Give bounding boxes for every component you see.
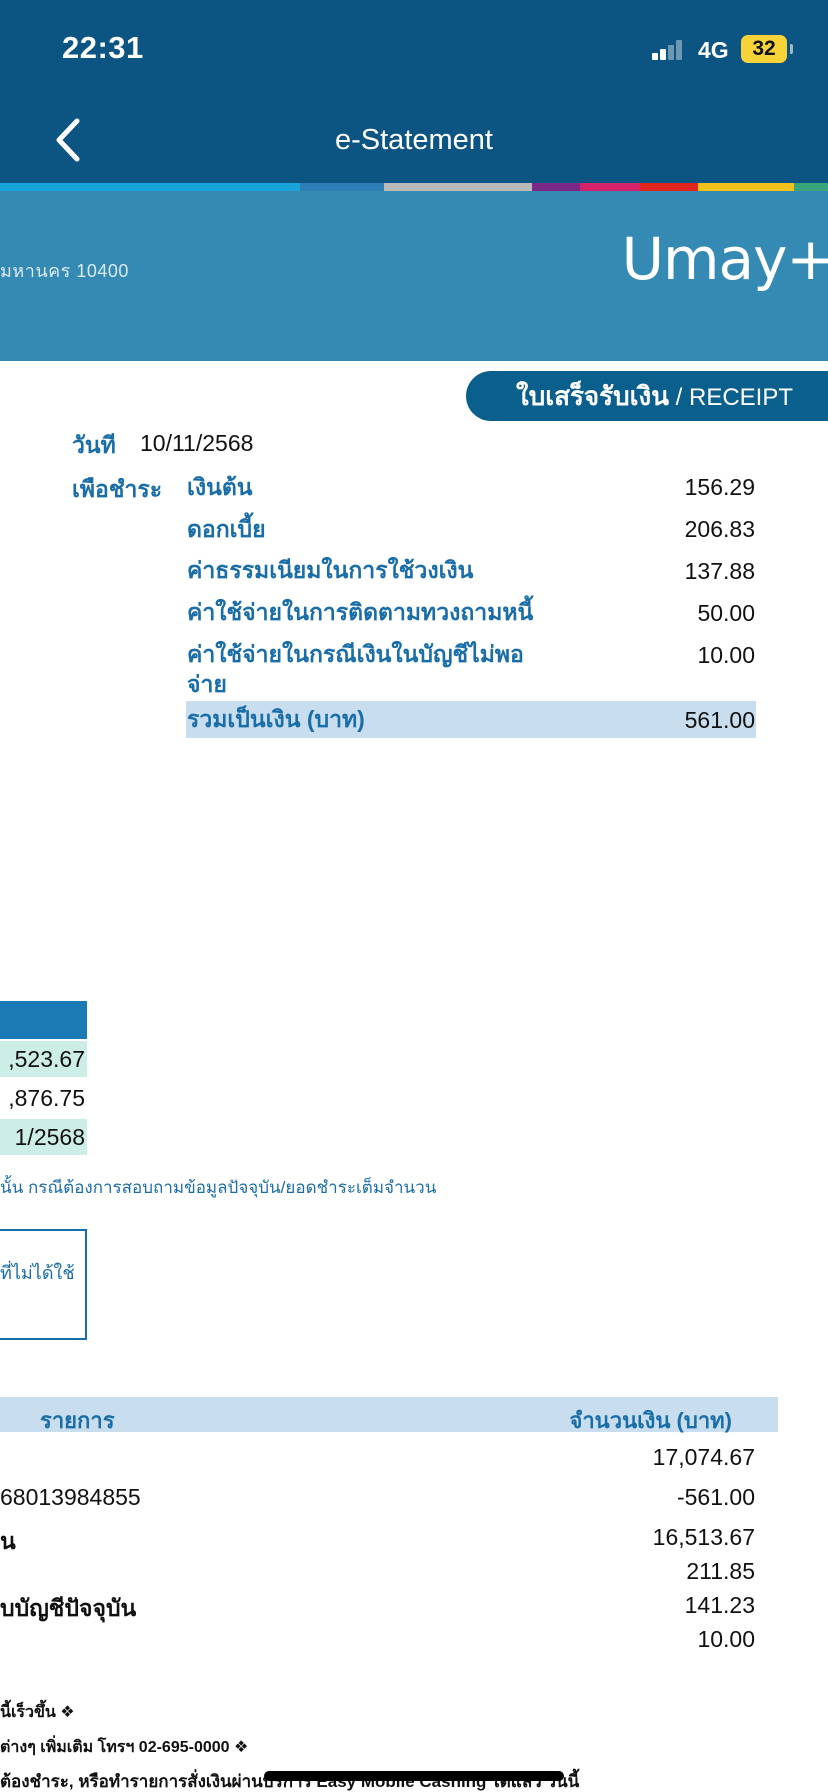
stripe-segment — [0, 183, 300, 191]
top-bar — [0, 0, 828, 186]
column-header-amount: จำนวนเงิน (บาท) — [569, 1408, 732, 1433]
summary-header — [0, 1001, 87, 1039]
receipt-item-amount: 206.83 — [684, 516, 755, 542]
date-value: 10/11/2568 — [140, 430, 254, 456]
color-stripe — [0, 183, 828, 191]
status-time: 22:31 — [62, 30, 144, 65]
table-row-label: น — [0, 1528, 16, 1554]
home-indicator[interactable] — [264, 1771, 564, 1781]
receipt-item-amount: 156.29 — [684, 474, 755, 500]
stripe-segment — [580, 183, 640, 191]
network-type: 4G — [698, 37, 729, 63]
brand-logo: Umay+ — [621, 225, 828, 293]
receipt-item-amount: 50.00 — [697, 600, 755, 626]
footnote: ต่างๆ เพิ่มเติม โทรฯ 02-695-0000 ❖ — [0, 1739, 249, 1756]
summary-cell: ,876.75 — [8, 1085, 85, 1111]
summary-cell: ,523.67 — [0, 1041, 87, 1077]
receipt-title-en: / RECEIPT — [668, 384, 794, 411]
battery-tip — [790, 44, 793, 54]
summary-cell: 1/2568 — [0, 1119, 87, 1155]
signal-icon — [652, 40, 682, 60]
receipt-item-label: เงินต้น — [187, 474, 253, 500]
summary-note: นั้น กรณีต้องการสอบถามข้อมูลปัจจุบัน/ยอด… — [0, 1178, 437, 1197]
table-row-label: บบัญชีปัจจุบัน — [0, 1595, 137, 1621]
address-text: มหานคร 10400 — [0, 261, 129, 281]
stripe-segment — [698, 183, 794, 191]
pay-for-label: เพือชำระ — [72, 476, 163, 502]
stripe-segment — [640, 183, 698, 191]
table-row-label: 68013984855 — [0, 1484, 141, 1510]
receipt-title: ใบเสร็จรับเงิน / RECEIPT — [466, 371, 828, 421]
receipt-item-amount: 137.88 — [684, 558, 755, 584]
table-row-amount: -561.00 — [676, 1484, 755, 1510]
column-header-item: รายการ — [40, 1408, 115, 1433]
battery-icon: 32 — [741, 35, 787, 63]
stripe-segment — [384, 183, 532, 191]
receipt-item-label: ดอกเบี้ย — [187, 516, 266, 542]
table-row-amount: 16,513.67 — [652, 1524, 755, 1550]
table-row-amount: 17,074.67 — [652, 1444, 755, 1470]
receipt-total-amount: 561.00 — [684, 707, 755, 733]
receipt-title-th: ใบเสร็จรับเงิน — [516, 381, 669, 411]
page-title: e-Statement — [335, 124, 493, 156]
receipt-item-label: ค่าธรรมเนียมในการใช้วงเงิน — [187, 557, 474, 583]
receipt-total-label: รวมเป็นเงิน (บาท) — [187, 706, 365, 732]
receipt-item-label: ค่าใช้จ่ายในการติดตามทวงถามหนี้ — [187, 599, 534, 625]
table-row-amount: 10.00 — [697, 1626, 755, 1652]
notice-text: ที่ไม่ได้ใช้ — [0, 1263, 75, 1283]
date-label: วันที — [72, 432, 116, 458]
table-row-amount: 211.85 — [686, 1558, 755, 1584]
receipt-item-amount: 10.00 — [697, 642, 755, 668]
table-row-amount: 141.23 — [684, 1592, 755, 1618]
footnote: นี้เร็วขึ้น ❖ — [0, 1704, 75, 1721]
receipt-item-label-cont: จ่าย — [187, 671, 227, 697]
stripe-segment — [532, 183, 580, 191]
stripe-segment — [300, 183, 384, 191]
stripe-segment — [794, 183, 828, 191]
receipt-item-label: ค่าใช้จ่ายในกรณีเงินในบัญชีไม่พอ — [187, 641, 524, 667]
